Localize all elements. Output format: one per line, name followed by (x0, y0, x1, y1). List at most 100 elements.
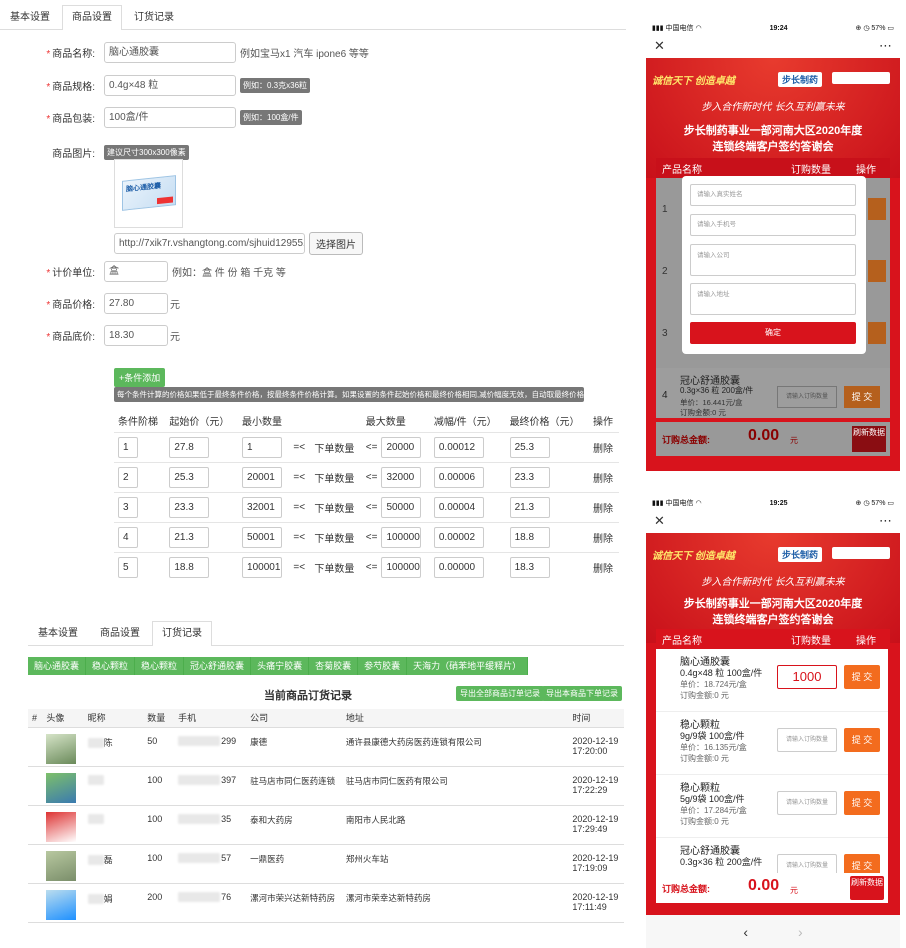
cond-start-input[interactable]: 18.8 (169, 556, 210, 578)
close-icon[interactable]: ✕ (654, 38, 665, 54)
cond-step-input[interactable]: 5 (118, 556, 138, 578)
cond-step-input[interactable]: 1 (118, 436, 138, 458)
quantity: 100 (143, 844, 175, 884)
delete-link[interactable]: 删除 (593, 504, 613, 515)
name-input[interactable]: 请输入真实姓名 (690, 184, 856, 206)
cond-dec-input[interactable]: 0.00000 (433, 556, 484, 578)
submit-button[interactable]: 提 交 (844, 854, 880, 873)
delete-link[interactable]: 删除 (593, 444, 613, 455)
company-input[interactable]: 请输入公司 (690, 244, 856, 276)
export-one-button[interactable]: 导出本商品下单记录 (542, 686, 622, 701)
product-tab-0[interactable]: 脑心通胶囊 (28, 657, 87, 675)
close-icon[interactable]: ✕ (654, 513, 665, 529)
refresh-button-1[interactable]: 刷新数据 (852, 426, 886, 452)
cond-min-input[interactable]: 32001 (242, 496, 283, 518)
cond-dec-input[interactable]: 0.00004 (433, 496, 484, 518)
cond-start-input[interactable]: 21.3 (169, 526, 210, 548)
cond-start-input[interactable]: 25.3 (169, 466, 210, 488)
qty-input[interactable]: 请输入订购数量 (777, 728, 837, 752)
cond-max-input[interactable]: 100000( (381, 556, 422, 578)
qty-input[interactable]: 1000 (777, 665, 837, 689)
back-icon[interactable]: ‹ (743, 924, 748, 940)
product-pack-input[interactable]: 100盒/件 (104, 106, 236, 128)
more-icon[interactable]: ⋯ (879, 38, 892, 54)
qty-input[interactable]: 请输入订购数量 (777, 854, 837, 873)
phone: 57 (221, 852, 232, 863)
more-icon[interactable]: ⋯ (879, 513, 892, 529)
cond-step-input[interactable]: 4 (118, 526, 138, 548)
floor-price-input[interactable]: 18.30 (104, 324, 168, 346)
company: 漯河市荣兴达新特药房 (246, 883, 342, 923)
signal-icon: ▮▮▮ (652, 25, 664, 32)
cond-min-input[interactable]: 100001 (242, 556, 283, 578)
cond-final-input[interactable]: 18.3 (509, 556, 550, 578)
tab-product-settings-2[interactable]: 商品设置 (90, 621, 150, 645)
tab-basic-settings-2[interactable]: 基本设置 (28, 621, 88, 645)
address-input[interactable]: 请输入地址 (690, 283, 856, 315)
tab-order-records[interactable]: 订货记录 (124, 5, 184, 29)
product-tab-5[interactable]: 杏菊胶囊 (309, 657, 359, 675)
item-price: 单价：16.135元/盒 (680, 743, 747, 752)
order-row: 陈 50 299 康德 通许县康德大药房医药连锁有限公司 2020-12-19 17:20:… (28, 727, 624, 767)
phone-input[interactable]: 请输入手机号 (690, 214, 856, 236)
submit-button[interactable]: 提 交 (844, 791, 880, 815)
image-url-input[interactable]: http://7xik7r.vshangtong.com/sjhuid12955… (114, 233, 305, 254)
product-image-preview[interactable]: 脑心通胶囊 (114, 159, 183, 228)
tab-product-settings[interactable]: 商品设置 (62, 5, 122, 30)
tab-basic-settings[interactable]: 基本设置 (0, 5, 60, 29)
cond-lt: =< (293, 501, 306, 513)
cond-header-6: 减幅/件（元） (433, 417, 497, 429)
unit-input[interactable]: 盒 (104, 260, 168, 282)
cond-final-input[interactable]: 18.8 (509, 526, 550, 548)
submit-button[interactable]: 提 交 (844, 728, 880, 752)
pill-box-image: 脑心通胶囊 (122, 175, 176, 211)
status-bar: ▮▮▮ 中国电信 ◠ 19:24 ⊕ ◷ 57% ▭ (652, 24, 894, 33)
cond-min-input[interactable]: 1 (242, 436, 283, 458)
product-tab-6[interactable]: 参芍胶囊 (358, 657, 408, 675)
delete-link[interactable]: 删除 (593, 564, 613, 575)
cond-min-input[interactable]: 50001 (242, 526, 283, 548)
confirm-button[interactable]: 确定 (690, 322, 856, 344)
order-date: 2020-12-19 (572, 774, 619, 785)
order-time: 17:19:09 (572, 862, 608, 873)
product-tab-4[interactable]: 头痛宁胶囊 (251, 657, 310, 675)
tab-order-records-2[interactable]: 订货记录 (152, 621, 212, 646)
forward-icon[interactable]: › (798, 924, 803, 940)
refresh-button[interactable]: 刷新数据 (850, 876, 884, 900)
price-input[interactable]: 27.80 (104, 292, 168, 314)
submit-button-4[interactable]: 提 交 (844, 386, 880, 408)
nickname: 磊 (103, 854, 113, 865)
choose-image-button[interactable]: 选择图片 (309, 232, 363, 255)
product-tab-7[interactable]: 天海力（硝苯地平缓释片） (407, 657, 529, 675)
cond-dec-input[interactable]: 0.00012 (433, 436, 484, 458)
product-tab-1[interactable]: 稳心颗粒 (86, 657, 136, 675)
cond-min-input[interactable]: 20001 (242, 466, 283, 488)
submit-button[interactable]: 提 交 (844, 665, 880, 689)
product-tab-3[interactable]: 冠心舒通胶囊 (184, 657, 252, 675)
cond-final-input[interactable]: 21.3 (509, 496, 550, 518)
order-time: 17:29:49 (572, 823, 608, 834)
cond-start-input[interactable]: 23.3 (169, 496, 210, 518)
cond-max-input[interactable]: 50000 (381, 496, 422, 518)
cond-step-input[interactable]: 2 (118, 466, 138, 488)
cond-max-input[interactable]: 20000 (381, 436, 422, 458)
order-time: 17:22:29 (572, 784, 608, 795)
cond-final-input[interactable]: 23.3 (509, 466, 550, 488)
add-condition-button[interactable]: +条件添加 (114, 368, 166, 387)
product-spec-input[interactable]: 0.4g×48 粒 (104, 74, 236, 96)
cond-dec-input[interactable]: 0.00002 (433, 526, 484, 548)
cond-start-input[interactable]: 27.8 (169, 436, 210, 458)
delete-link[interactable]: 删除 (593, 534, 613, 545)
cond-max-input[interactable]: 32000 (381, 466, 422, 488)
qty-input-4[interactable]: 请输入订购数量 (777, 386, 837, 408)
product-name-input[interactable]: 脑心通胶囊 (104, 41, 236, 63)
export-all-button[interactable]: 导出全部商品订单记录 (456, 686, 544, 701)
cond-header-0: 条件阶梯 (118, 417, 158, 429)
cond-final-input[interactable]: 25.3 (509, 436, 550, 458)
cond-max-input[interactable]: 100000 (381, 526, 422, 548)
qty-input[interactable]: 请输入订购数量 (777, 791, 837, 815)
product-tab-2[interactable]: 稳心颗粒 (135, 657, 185, 675)
delete-link[interactable]: 删除 (593, 474, 613, 485)
cond-dec-input[interactable]: 0.00006 (433, 466, 484, 488)
cond-step-input[interactable]: 3 (118, 496, 138, 518)
